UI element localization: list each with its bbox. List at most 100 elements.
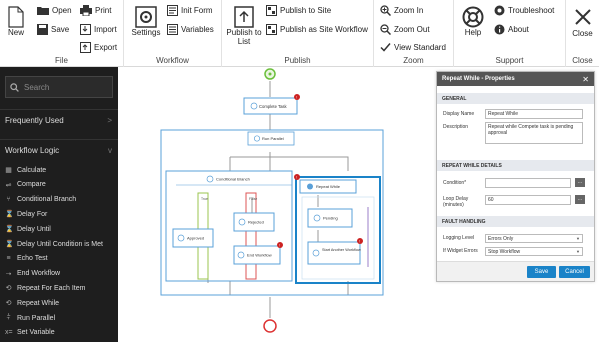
new-button[interactable]: New — [5, 6, 27, 37]
false-label: False — [249, 197, 257, 201]
sidebar-item-repeat-for-each-item[interactable]: ⟲ Repeat For Each Item — [0, 281, 118, 295]
troubleshoot-icon — [494, 5, 505, 16]
start-another-workflow-node[interactable]: Start Another Workflow ! — [307, 238, 363, 265]
loop-delay-browse-button[interactable]: ... — [575, 195, 585, 204]
sidebar-item-label: Conditional Branch — [17, 196, 77, 204]
about-button[interactable]: About — [494, 24, 529, 35]
sidebar-item-label: Calculate — [17, 166, 47, 174]
sidebar-item-calculate[interactable]: ▦ Calculate — [0, 163, 118, 177]
zoom-group: Zoom In Zoom Out View Standard Zoom — [374, 0, 454, 67]
import-button[interactable]: Import — [80, 24, 117, 35]
general-section-header: GENERAL — [437, 93, 594, 104]
zoom-out-label: Zoom Out — [394, 25, 430, 34]
frequently-used-header[interactable]: Frequently Used > — [0, 109, 118, 131]
export-button[interactable]: Export — [80, 42, 117, 53]
workflow-logic-header[interactable]: Workflow Logic v — [0, 139, 118, 161]
close-group: Close Close — [566, 0, 599, 67]
complete-task-node[interactable]: Complete Task ! — [243, 94, 300, 115]
false-path — [245, 192, 257, 280]
close-panel-icon[interactable]: ✕ — [582, 75, 589, 84]
publish-to-site-label: Publish to Site — [280, 6, 332, 15]
printer-icon — [80, 5, 92, 16]
condition-browse-button[interactable]: ... — [575, 178, 585, 187]
widget-errors-select[interactable]: Stop Workflow ▼ — [485, 247, 583, 256]
init-form-button[interactable]: Init Form — [167, 5, 213, 16]
sidebar-item-label: Set Variable — [17, 329, 55, 337]
approved-node[interactable]: Approved — [172, 228, 214, 248]
settings-button[interactable]: Settings — [131, 6, 161, 37]
support-group-label: Support — [495, 56, 524, 65]
chevron-down-icon: v — [108, 146, 112, 155]
widget-errors-label: If Widget Errors — [443, 248, 478, 254]
troubleshoot-button[interactable]: Troubleshoot — [494, 5, 554, 16]
sidebar-item-label: Compare — [17, 181, 46, 189]
workflow-design-canvas[interactable]: Complete Task ! Run Parallel Conditional… — [118, 67, 436, 342]
print-button[interactable]: Print — [80, 5, 111, 16]
sidebar-item-conditional-branch[interactable]: ⑂ Conditional Branch — [0, 193, 118, 207]
condition-input[interactable] — [485, 178, 571, 188]
sidebar-item-delay-for[interactable]: ⌛ Delay For — [0, 207, 118, 221]
publish-as-site-workflow-label: Publish as Site Workflow — [280, 25, 368, 34]
cancel-properties-button[interactable]: Cancel — [559, 266, 590, 278]
import-label: Import — [94, 25, 117, 34]
save-button[interactable]: Save — [37, 24, 69, 35]
sidebar-item-set-variable[interactable]: x= Set Variable — [0, 326, 118, 340]
true-label: True — [201, 197, 208, 201]
zoom-out-button[interactable]: Zoom Out — [380, 24, 430, 35]
help-button[interactable]: Help — [460, 6, 486, 37]
publish-as-site-workflow-button[interactable]: Publish as Site Workflow — [266, 24, 368, 35]
repeat-while-node[interactable]: Repeat While ! — [294, 174, 381, 284]
sidebar-item-delay-until[interactable]: ⌛ Delay Until — [0, 222, 118, 236]
properties-header: Repeat While - Properties ✕ — [437, 72, 594, 86]
variables-label: Variables — [181, 25, 214, 34]
hourglass-icon: ⌛ — [5, 226, 14, 234]
save-properties-button[interactable]: Save — [527, 266, 556, 278]
logging-level-label: Logging Level — [443, 235, 475, 241]
approved-label: Approved — [187, 236, 204, 241]
end-icon: ➝ — [5, 270, 12, 278]
variables-button[interactable]: Variables — [167, 24, 214, 35]
loop-delay-input[interactable]: 60 — [485, 195, 571, 205]
settings-label: Settings — [131, 28, 161, 37]
troubleshoot-label: Troubleshoot — [508, 6, 555, 15]
sidebar-item-label: Repeat For Each Item — [17, 284, 86, 292]
display-name-input[interactable]: Repeat While — [485, 109, 583, 119]
branch-icon: ⑂ — [6, 196, 11, 204]
zoom-in-button[interactable]: Zoom In — [380, 5, 423, 16]
close-button[interactable]: Close — [570, 8, 595, 38]
sidebar-item-run-parallel[interactable]: ⫩ Run Parallel — [0, 311, 118, 325]
display-name-label: Display Name — [443, 111, 475, 117]
close-group-label: Close — [572, 56, 593, 65]
help-lifebuoy-icon — [462, 6, 484, 28]
sidebar-item-label: Delay Until — [17, 225, 51, 233]
publish-to-list-label: Publish to List — [226, 28, 262, 46]
end-workflow-node[interactable]: End Workflow ! — [233, 242, 283, 265]
sidebar-item-echo-test[interactable]: ≡ Echo Test — [0, 252, 118, 266]
publish-to-list-button[interactable]: Publish to List — [226, 6, 262, 46]
rejected-node[interactable]: Rejected — [233, 212, 275, 232]
close-label: Close — [572, 29, 593, 38]
folder-icon — [37, 7, 49, 15]
pending-label: Pending — [323, 216, 338, 221]
search-input[interactable]: Search — [5, 76, 113, 98]
open-button[interactable]: Open — [37, 5, 72, 15]
repeat-icon: ⟲ — [5, 300, 12, 308]
sidebar-item-label: Run Parallel — [17, 314, 56, 322]
logging-level-select[interactable]: Errors Only ▼ — [485, 234, 583, 243]
end-node[interactable] — [263, 319, 277, 333]
description-textarea[interactable]: Repeat while Compete task is pending app… — [485, 122, 583, 144]
publish-to-site-button[interactable]: Publish to Site — [266, 5, 331, 16]
pending-node[interactable]: Pending — [307, 208, 353, 228]
file-group-label: File — [55, 56, 68, 65]
error-badge-glyph: ! — [296, 96, 297, 100]
sidebar-item-repeat-while[interactable]: ⟲ Repeat While — [0, 296, 118, 310]
publish-site-workflow-icon — [266, 24, 277, 35]
properties-footer: Save Cancel — [437, 261, 594, 281]
dropdown-arrow-icon: ▼ — [576, 236, 580, 241]
sidebar-item-delay-until-condition-is-met[interactable]: ⌛ Delay Until Condition is Met — [0, 237, 118, 251]
view-standard-button[interactable]: View Standard — [380, 42, 446, 53]
sidebar-item-end-workflow[interactable]: ➝ End Workflow — [0, 267, 118, 281]
info-icon — [494, 24, 505, 35]
search-placeholder: Search — [24, 82, 50, 92]
sidebar-item-compare[interactable]: ⇌ Compare — [0, 178, 118, 192]
